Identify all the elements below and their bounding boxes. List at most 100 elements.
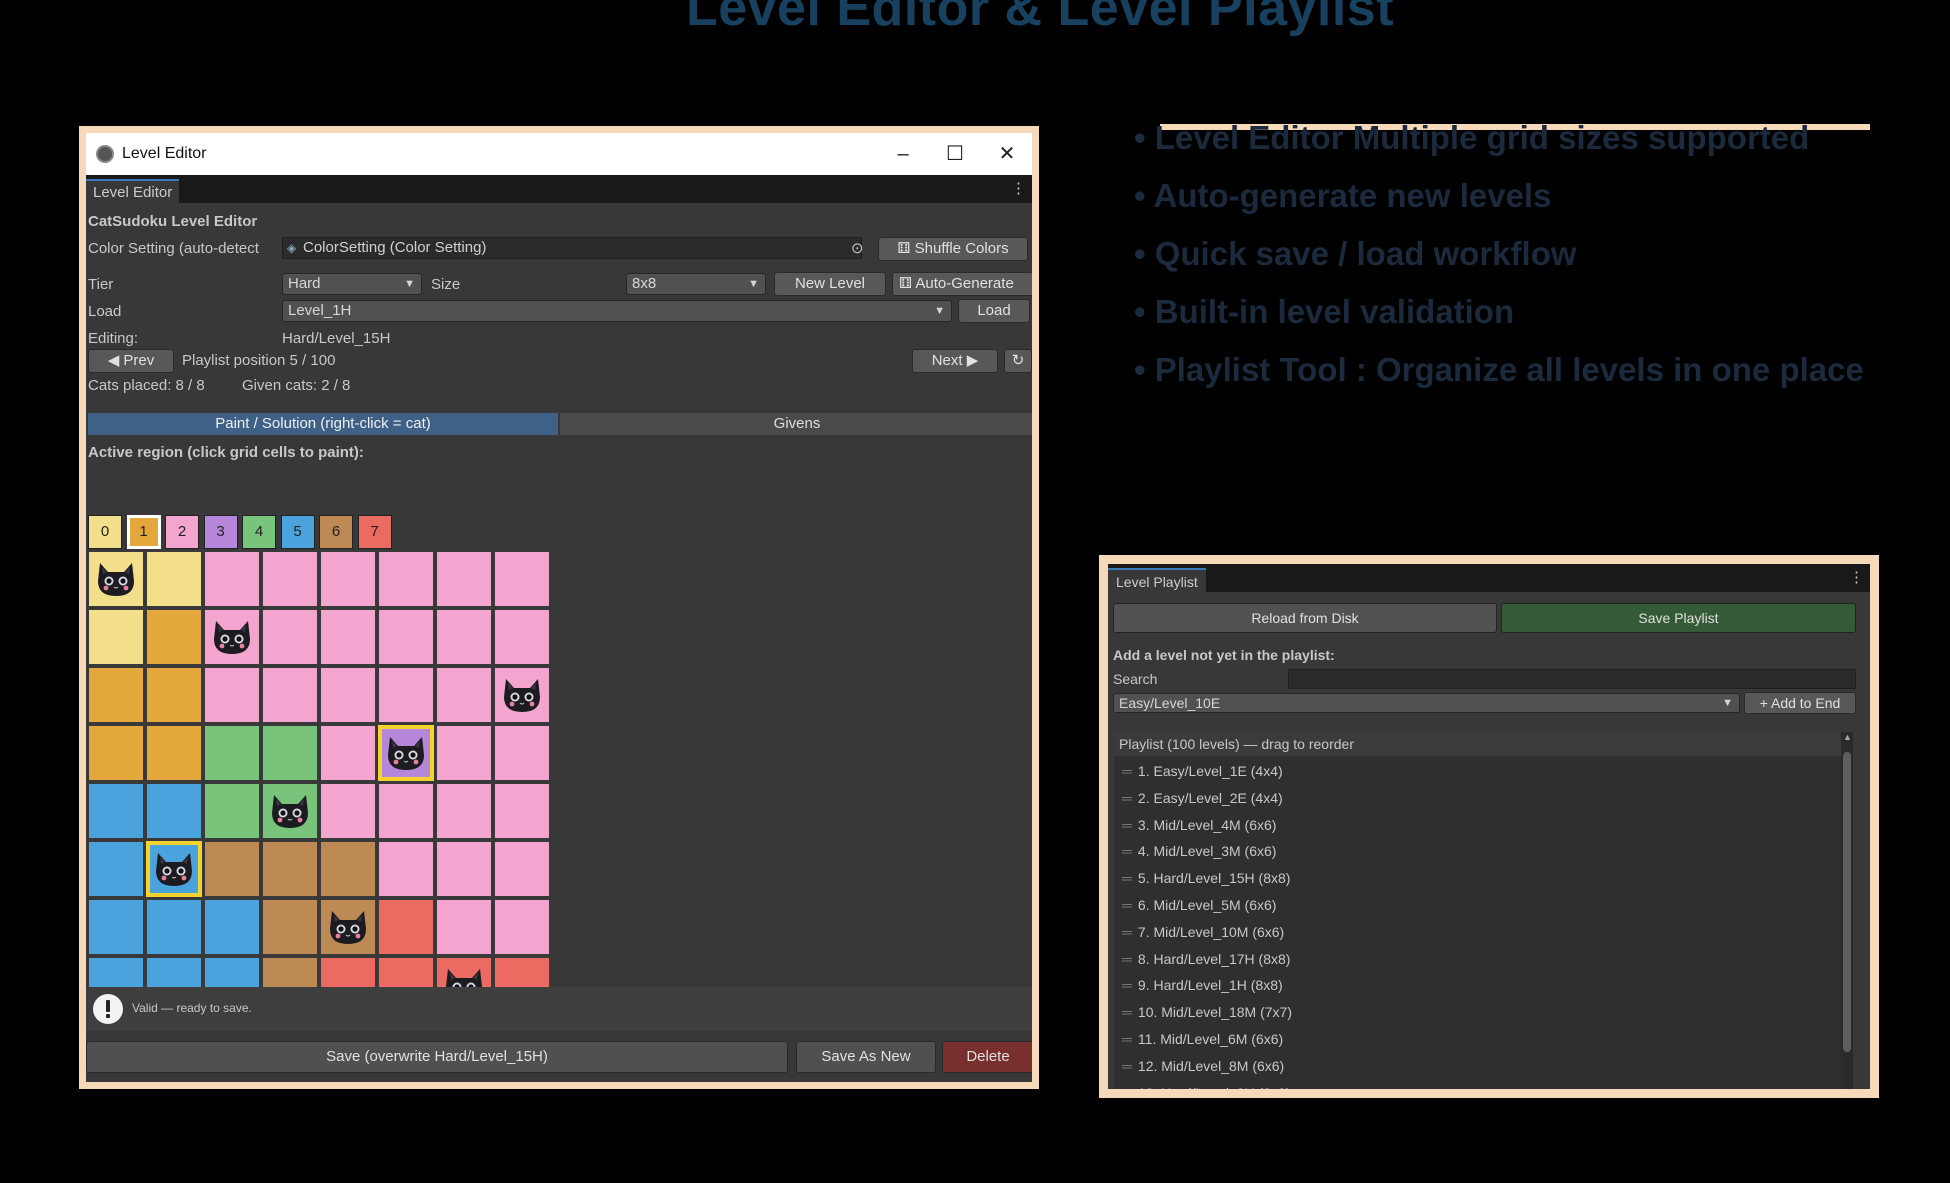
- grid-cell[interactable]: [262, 841, 318, 897]
- grid-cell[interactable]: [378, 551, 434, 607]
- grid-cell[interactable]: [146, 551, 202, 607]
- region-swatch-6[interactable]: 6: [319, 515, 353, 549]
- grid-cell[interactable]: [262, 725, 318, 781]
- grid-cell[interactable]: [88, 899, 144, 955]
- playlist-list[interactable]: Playlist (100 levels) — drag to reorder …: [1114, 732, 1853, 1089]
- grid-cell[interactable]: [378, 841, 434, 897]
- search-input[interactable]: [1288, 669, 1856, 689]
- playlist-item[interactable]: ═ 13. Hard/Level_8H (8x8): [1122, 1080, 1290, 1089]
- grid-cell[interactable]: [146, 841, 202, 897]
- grid-cell[interactable]: [494, 725, 550, 781]
- grid-cell[interactable]: [494, 899, 550, 955]
- drag-handle-icon[interactable]: ═: [1122, 1004, 1132, 1020]
- grid-cell[interactable]: [204, 841, 260, 897]
- kebab-menu-icon[interactable]: ⋮: [1849, 568, 1864, 588]
- grid-cell[interactable]: [320, 783, 376, 839]
- close-icon[interactable]: ✕: [992, 139, 1022, 169]
- shuffle-colors-button[interactable]: ⚅ Shuffle Colors: [878, 237, 1028, 261]
- grid-cell[interactable]: [494, 551, 550, 607]
- grid-cell[interactable]: [378, 609, 434, 665]
- next-button[interactable]: Next ▶: [912, 349, 998, 373]
- drag-handle-icon[interactable]: ═: [1122, 1031, 1132, 1047]
- drag-handle-icon[interactable]: ═: [1122, 843, 1132, 859]
- drag-handle-icon[interactable]: ═: [1122, 924, 1132, 940]
- grid-cell[interactable]: [262, 783, 318, 839]
- save-button[interactable]: Save (overwrite Hard/Level_15H): [86, 1041, 788, 1073]
- playlist-item[interactable]: ═ 1. Easy/Level_1E (4x4): [1122, 758, 1283, 784]
- grid-cell[interactable]: [88, 783, 144, 839]
- size-dropdown[interactable]: 8x8 ▼: [626, 273, 766, 295]
- maximize-icon[interactable]: ☐: [940, 139, 970, 169]
- grid-cell[interactable]: [436, 725, 492, 781]
- grid-cell[interactable]: [204, 899, 260, 955]
- grid-cell[interactable]: [320, 725, 376, 781]
- color-setting-field[interactable]: ◈ ColorSetting (Color Setting): [282, 237, 862, 259]
- window-titlebar[interactable]: Level Editor – ☐ ✕: [86, 133, 1032, 175]
- grid-cell[interactable]: [320, 841, 376, 897]
- grid-cell[interactable]: [262, 551, 318, 607]
- grid-cell[interactable]: [494, 609, 550, 665]
- region-swatch-1[interactable]: 1: [126, 515, 161, 549]
- grid-cell[interactable]: [494, 783, 550, 839]
- region-swatch-3[interactable]: 3: [203, 515, 238, 549]
- drag-handle-icon[interactable]: ═: [1122, 817, 1132, 833]
- delete-button[interactable]: Delete: [942, 1041, 1032, 1073]
- region-swatch-7[interactable]: 7: [357, 515, 392, 549]
- playlist-item[interactable]: ═ 7. Mid/Level_10M (6x6): [1122, 919, 1284, 945]
- grid-cell[interactable]: [146, 725, 202, 781]
- playlist-item[interactable]: ═ 6. Mid/Level_5M (6x6): [1122, 892, 1276, 918]
- grid-cell[interactable]: [436, 783, 492, 839]
- grid-cell[interactable]: [436, 609, 492, 665]
- auto-generate-button[interactable]: ⚅ Auto-Generate: [892, 272, 1032, 296]
- grid-cell[interactable]: [204, 609, 260, 665]
- drag-handle-icon[interactable]: ═: [1122, 897, 1132, 913]
- refresh-icon[interactable]: ↻: [1004, 349, 1032, 373]
- grid-cell[interactable]: [262, 667, 318, 723]
- drag-handle-icon[interactable]: ═: [1122, 1058, 1132, 1074]
- drag-handle-icon[interactable]: ═: [1122, 763, 1132, 779]
- grid-cell[interactable]: [320, 609, 376, 665]
- grid-cell[interactable]: [146, 899, 202, 955]
- playlist-item[interactable]: ═ 11. Mid/Level_6M (6x6): [1122, 1026, 1283, 1052]
- grid-cell[interactable]: [378, 725, 434, 781]
- region-swatch-0[interactable]: 0: [88, 515, 122, 549]
- scroll-up-icon[interactable]: ▲: [1843, 732, 1852, 742]
- grid-cell[interactable]: [204, 725, 260, 781]
- playlist-item[interactable]: ═ 4. Mid/Level_3M (6x6): [1122, 838, 1276, 864]
- playlist-item[interactable]: ═ 5. Hard/Level_15H (8x8): [1122, 865, 1290, 891]
- grid-cell[interactable]: [204, 783, 260, 839]
- new-level-button[interactable]: New Level: [774, 272, 886, 296]
- region-swatch-2[interactable]: 2: [165, 515, 199, 549]
- reload-from-disk-button[interactable]: Reload from Disk: [1113, 603, 1497, 633]
- save-as-new-button[interactable]: Save As New: [796, 1041, 936, 1073]
- grid-cell[interactable]: [436, 667, 492, 723]
- grid-cell[interactable]: [262, 609, 318, 665]
- playlist-item[interactable]: ═ 12. Mid/Level_8M (6x6): [1122, 1053, 1284, 1079]
- grid-cell[interactable]: [436, 551, 492, 607]
- grid-cell[interactable]: [320, 667, 376, 723]
- grid-cell[interactable]: [320, 899, 376, 955]
- drag-handle-icon[interactable]: ═: [1122, 977, 1132, 993]
- grid-cell[interactable]: [204, 667, 260, 723]
- grid-cell[interactable]: [494, 841, 550, 897]
- playlist-item[interactable]: ═ 9. Hard/Level_1H (8x8): [1122, 972, 1283, 998]
- grid-cell[interactable]: [262, 899, 318, 955]
- playlist-item[interactable]: ═ 8. Hard/Level_17H (8x8): [1122, 946, 1290, 972]
- tier-dropdown[interactable]: Hard ▼: [282, 273, 422, 295]
- tab-paint-solution[interactable]: Paint / Solution (right-click = cat): [88, 413, 558, 435]
- tab-level-editor[interactable]: Level Editor: [86, 179, 180, 203]
- grid-cell[interactable]: [320, 551, 376, 607]
- grid-cell[interactable]: [88, 725, 144, 781]
- minimize-icon[interactable]: –: [888, 139, 918, 169]
- region-swatch-5[interactable]: 5: [280, 515, 315, 549]
- playlist-scrollbar[interactable]: ▲: [1841, 732, 1853, 1089]
- grid-cell[interactable]: [378, 667, 434, 723]
- prev-button[interactable]: ◀ Prev: [88, 349, 174, 373]
- save-playlist-button[interactable]: Save Playlist: [1501, 603, 1856, 633]
- grid-cell[interactable]: [494, 667, 550, 723]
- grid-cell[interactable]: [88, 551, 144, 607]
- add-to-end-button[interactable]: + Add to End: [1744, 692, 1856, 714]
- load-button[interactable]: Load: [958, 299, 1030, 323]
- playlist-item[interactable]: ═ 3. Mid/Level_4M (6x6): [1122, 812, 1276, 838]
- grid-cell[interactable]: [378, 899, 434, 955]
